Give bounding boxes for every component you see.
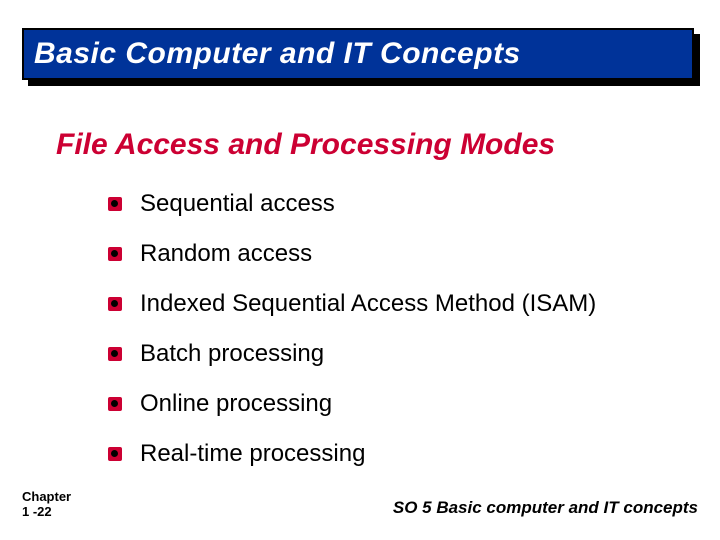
bullet-icon [108,447,122,461]
bullet-icon [108,197,122,211]
slide-subtitle: File Access and Processing Modes [56,128,555,162]
list-item: Random access [108,240,596,268]
footer-chapter-line1: Chapter [22,489,71,505]
bullet-icon [108,347,122,361]
title-bar-fill: Basic Computer and IT Concepts [22,28,694,80]
bullet-text: Batch processing [140,340,324,368]
slide-title: Basic Computer and IT Concepts [34,37,521,71]
bullet-icon [108,297,122,311]
list-item: Indexed Sequential Access Method (ISAM) [108,290,596,318]
bullet-text: Indexed Sequential Access Method (ISAM) [140,290,596,318]
bullet-icon [108,247,122,261]
footer-chapter-line2: 1 -22 [22,504,71,520]
bullet-text: Real-time processing [140,440,365,468]
list-item: Batch processing [108,340,596,368]
bullet-list: Sequential access Random access Indexed … [108,190,596,490]
bullet-text: Sequential access [140,190,335,218]
list-item: Online processing [108,390,596,418]
bullet-icon [108,397,122,411]
list-item: Real-time processing [108,440,596,468]
bullet-text: Online processing [140,390,332,418]
list-item: Sequential access [108,190,596,218]
bullet-text: Random access [140,240,312,268]
footer-objective: SO 5 Basic computer and IT concepts [393,498,698,518]
title-bar: Basic Computer and IT Concepts [22,28,698,82]
footer-chapter: Chapter 1 -22 [22,489,71,520]
